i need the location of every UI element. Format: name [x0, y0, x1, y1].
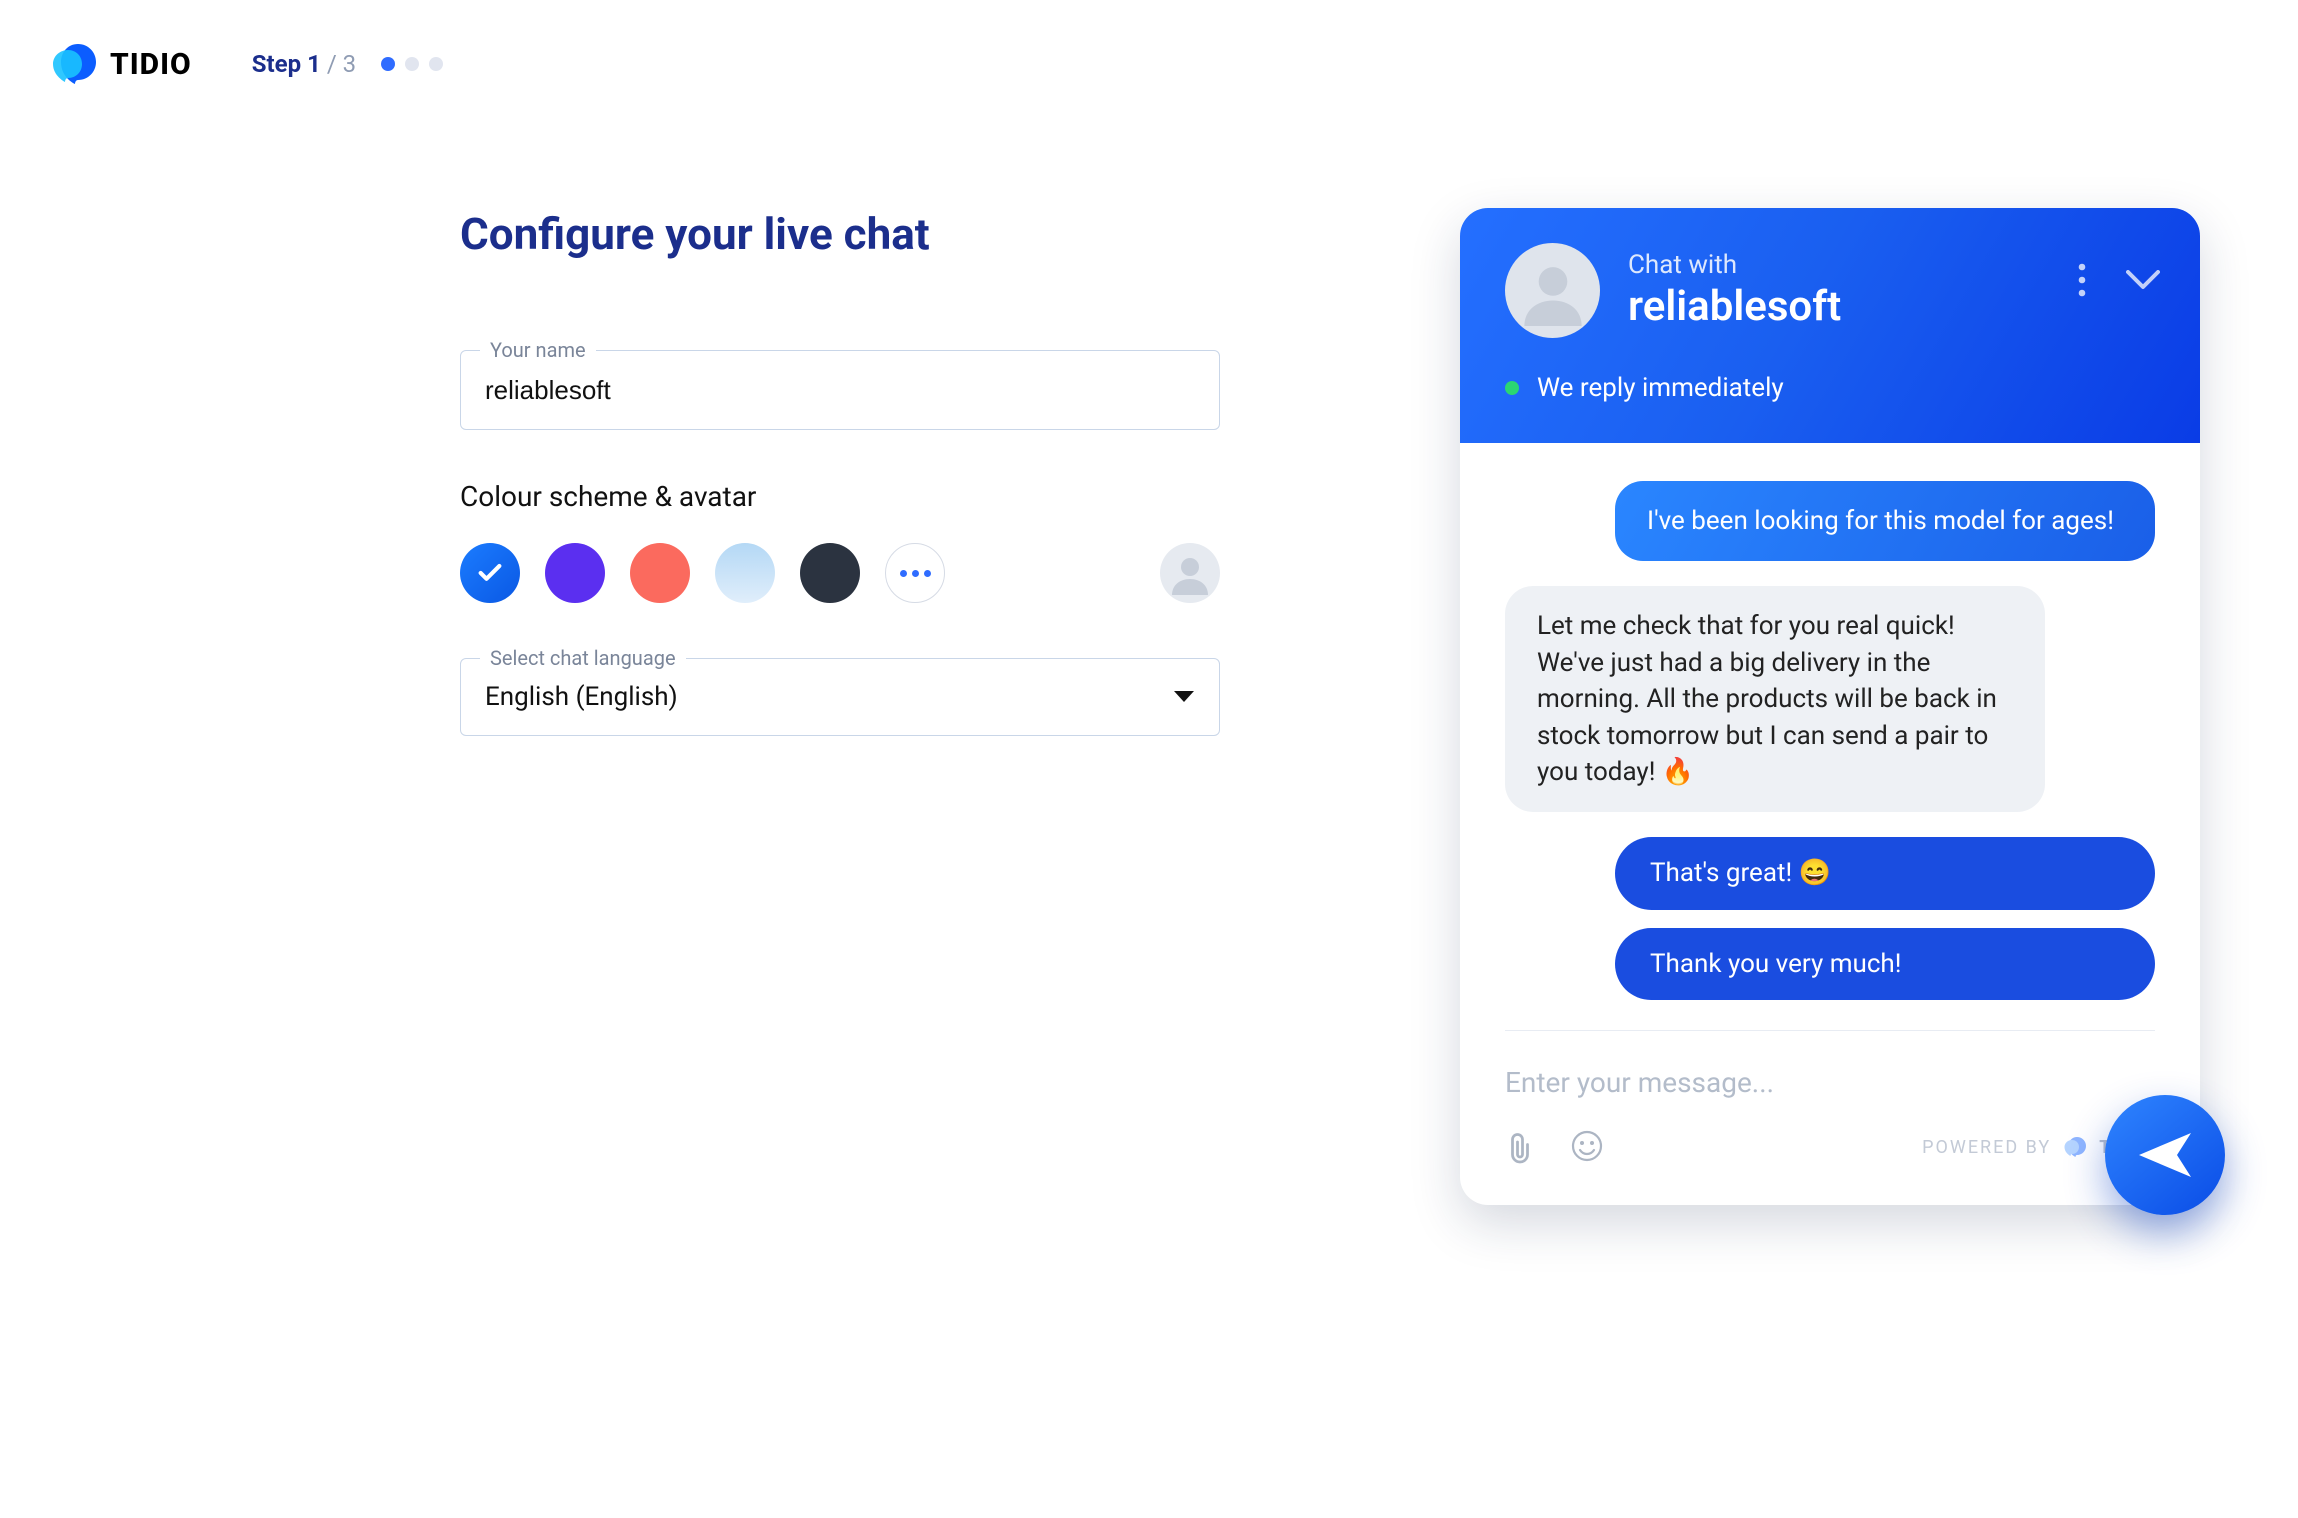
- step-total: / 3: [321, 50, 356, 78]
- avatar-picker[interactable]: [1160, 543, 1220, 603]
- color-option-more[interactable]: [885, 543, 945, 603]
- kebab-menu-icon[interactable]: [2078, 263, 2086, 297]
- brand-logo: TIDIO: [50, 40, 192, 88]
- logo-icon: [2063, 1135, 2087, 1159]
- message-out-2: That's great! 😄: [1615, 837, 2155, 909]
- color-option-2[interactable]: [545, 543, 605, 603]
- message-in-1: Let me check that for you real quick! We…: [1505, 586, 2045, 812]
- color-section-label: Colour scheme & avatar: [460, 480, 1220, 513]
- color-option-1[interactable]: [460, 543, 520, 603]
- message-input[interactable]: Enter your message...: [1460, 1031, 2200, 1119]
- message-out-1: I've been looking for this model for age…: [1615, 481, 2155, 561]
- color-option-3[interactable]: [630, 543, 690, 603]
- lang-label: Select chat language: [480, 646, 686, 670]
- avatar-icon: [1518, 256, 1588, 326]
- language-value: English (English): [485, 682, 678, 712]
- send-icon: [2137, 1131, 2193, 1179]
- step-current: Step 1: [252, 50, 321, 78]
- step-dot-3: [429, 57, 443, 71]
- step-indicator: Step 1 / 3: [252, 50, 443, 78]
- color-option-4[interactable]: [715, 543, 775, 603]
- step-dot-1: [381, 57, 395, 71]
- header-avatar: [1505, 243, 1600, 338]
- more-icon: [900, 570, 931, 577]
- name-field-label: Your name: [480, 338, 596, 362]
- brand-text: TIDIO: [110, 47, 192, 82]
- online-indicator-icon: [1505, 381, 1519, 395]
- chat-preview: Chat with reliablesoft: [1460, 208, 2200, 1205]
- page-title: Configure your live chat: [460, 208, 1220, 260]
- header-chat-with: Chat with: [1628, 250, 1841, 280]
- send-button[interactable]: [2105, 1095, 2225, 1215]
- chevron-down-icon[interactable]: [2126, 270, 2160, 290]
- logo-icon: [50, 40, 98, 88]
- name-input[interactable]: [460, 350, 1220, 430]
- chevron-down-icon: [1173, 690, 1195, 704]
- avatar-icon: [1168, 551, 1212, 595]
- emoji-icon[interactable]: [1570, 1129, 1604, 1163]
- reply-text: We reply immediately: [1537, 373, 1784, 403]
- header-name: reliablesoft: [1628, 282, 1841, 331]
- color-option-5[interactable]: [800, 543, 860, 603]
- check-icon: [476, 559, 504, 587]
- message-out-3: Thank you very much!: [1615, 928, 2155, 1000]
- attachment-icon[interactable]: [1505, 1129, 1535, 1165]
- step-dot-2: [405, 57, 419, 71]
